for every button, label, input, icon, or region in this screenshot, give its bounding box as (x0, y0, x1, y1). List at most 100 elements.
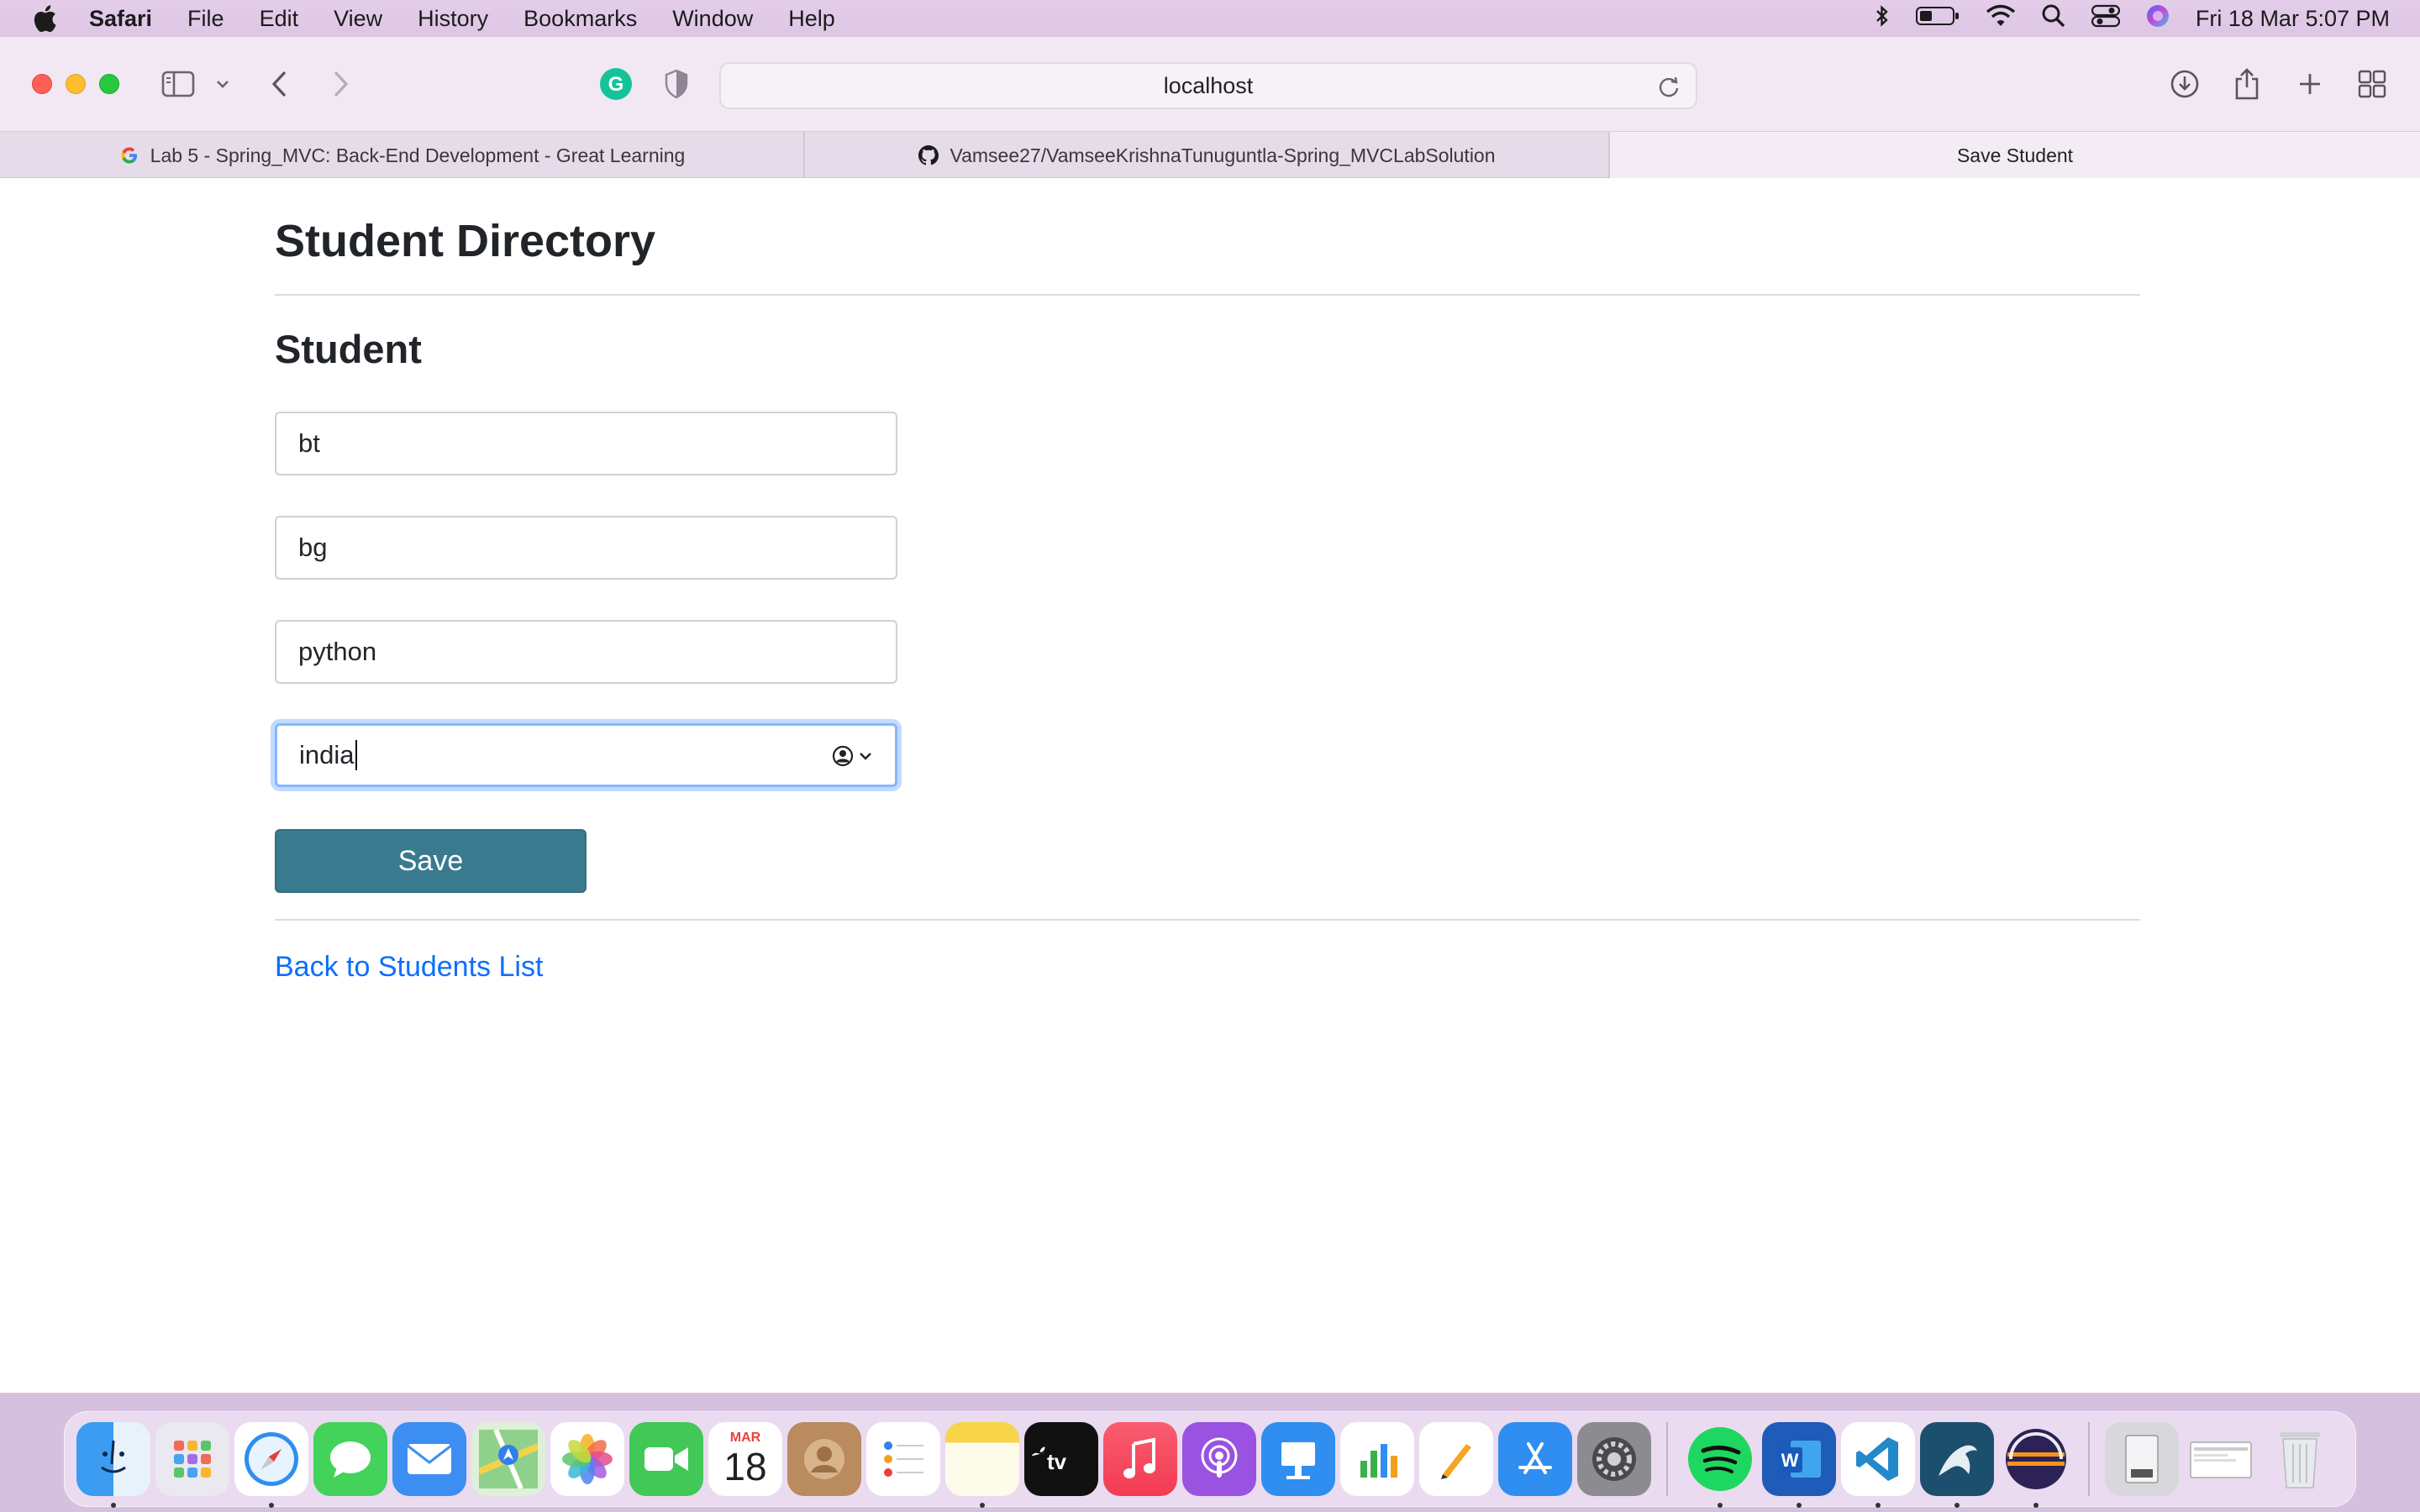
spotlight-search-icon[interactable] (2041, 3, 2066, 34)
control-center-icon[interactable] (2091, 4, 2121, 34)
menu-safari[interactable]: Safari (89, 6, 152, 32)
photos-icon[interactable] (550, 1422, 624, 1496)
menu-history[interactable]: History (418, 6, 488, 32)
menubar-clock[interactable]: Fri 18 Mar 5:07 PM (2196, 6, 2390, 32)
address-text[interactable]: localhost (1164, 73, 1254, 99)
tab-save-student[interactable]: Save Student (1610, 132, 2420, 179)
page-title: Student Directory (275, 216, 656, 266)
field-value: python (298, 637, 377, 666)
menu-view[interactable]: View (334, 6, 382, 32)
menu-bookmarks[interactable]: Bookmarks (523, 6, 637, 32)
trash-icon[interactable] (2263, 1422, 2337, 1496)
mail-icon[interactable] (392, 1422, 466, 1496)
vscode-icon[interactable] (1841, 1422, 1915, 1508)
numbers-icon[interactable] (1340, 1422, 1414, 1496)
wifi-icon[interactable] (1986, 4, 2016, 34)
share-icon[interactable] (2233, 67, 2260, 101)
svg-text:tv: tv (1047, 1449, 1067, 1474)
menu-bar: Safari File Edit View History Bookmarks … (0, 0, 2420, 37)
tab-great-learning[interactable]: Lab 5 - Spring_MVC: Back-End Development… (0, 132, 805, 179)
field-value: india (299, 740, 355, 769)
maps-icon[interactable] (471, 1422, 545, 1496)
running-indicator (980, 1503, 985, 1508)
address-bar[interactable]: localhost (719, 62, 1697, 109)
github-icon (918, 144, 939, 166)
grammarly-icon[interactable]: G (598, 67, 634, 101)
google-icon (118, 144, 140, 166)
save-button[interactable]: Save (275, 829, 587, 893)
mysql-workbench-icon[interactable] (1920, 1422, 1994, 1508)
chevron-down-icon[interactable] (215, 67, 230, 101)
country-input[interactable]: india (275, 723, 897, 787)
launchpad-icon[interactable] (155, 1422, 229, 1496)
pages-icon[interactable] (1419, 1422, 1493, 1496)
messages-icon[interactable] (313, 1422, 387, 1496)
reminders-icon[interactable] (866, 1422, 940, 1496)
running-indicator (2033, 1503, 2039, 1508)
app-store-icon[interactable] (1498, 1422, 1572, 1496)
running-indicator (269, 1503, 274, 1508)
music-icon[interactable] (1103, 1422, 1177, 1496)
divider (275, 294, 2140, 296)
contacts-icon[interactable] (787, 1422, 861, 1496)
running-indicator (1718, 1503, 1723, 1508)
back-to-students-link[interactable]: Back to Students List (275, 951, 543, 984)
finder-icon[interactable] (76, 1422, 150, 1508)
form-title: Student (275, 327, 422, 371)
zoom-window-button[interactable] (99, 74, 119, 94)
apple-menu-icon[interactable] (0, 4, 89, 33)
svg-text:G: G (608, 73, 624, 96)
sidebar-toggle-icon[interactable] (161, 67, 195, 101)
calendar-month: MAR (729, 1431, 761, 1445)
menu-edit[interactable]: Edit (260, 6, 299, 32)
calendar-day: 18 (723, 1445, 767, 1488)
facetime-icon[interactable] (629, 1422, 703, 1496)
course-input[interactable]: python (275, 620, 897, 684)
field-value: bt (298, 428, 320, 458)
bluetooth-icon[interactable] (1875, 4, 1890, 34)
minimize-window-button[interactable] (66, 74, 86, 94)
tab-label: Vamsee27/VamseeKrishnaTunuguntla-Spring_… (950, 144, 1496, 166)
notes-icon[interactable] (945, 1422, 1019, 1508)
menu-help[interactable]: Help (788, 6, 835, 32)
menu-window[interactable]: Window (672, 6, 753, 32)
browser-toolbar: G localhost (0, 37, 2420, 131)
screenshots-stack-icon[interactable] (2184, 1422, 2258, 1496)
apple-tv-icon[interactable]: tv (1024, 1422, 1098, 1496)
podcasts-icon[interactable] (1182, 1422, 1256, 1496)
calendar-icon[interactable]: MAR 18 (708, 1422, 782, 1496)
tab-label: Save Student (1956, 144, 2074, 166)
field-value: bg (298, 533, 328, 562)
battery-icon[interactable] (1915, 5, 1960, 33)
running-indicator (1954, 1503, 1960, 1508)
menu-file[interactable]: File (187, 6, 224, 32)
last-name-input[interactable]: bg (275, 516, 897, 580)
siri-icon[interactable] (2145, 3, 2170, 34)
forward-icon[interactable] (331, 67, 350, 101)
first-name-input[interactable]: bt (275, 412, 897, 475)
tab-overview-icon[interactable] (2358, 67, 2386, 101)
dock-separator (1666, 1422, 1668, 1496)
reload-icon[interactable] (1657, 75, 1681, 104)
word-icon[interactable]: W (1762, 1422, 1836, 1508)
close-window-button[interactable] (32, 74, 52, 94)
tab-bar: Lab 5 - Spring_MVC: Back-End Development… (0, 131, 2420, 179)
tab-label: Lab 5 - Spring_MVC: Back-End Development… (150, 144, 686, 166)
dock: MAR 18 tv W (64, 1411, 2356, 1508)
privacy-shield-icon[interactable] (664, 67, 689, 101)
divider (275, 919, 2140, 921)
back-icon[interactable] (271, 67, 289, 101)
new-tab-icon[interactable] (2297, 67, 2323, 101)
downloads-icon[interactable] (2170, 67, 2200, 101)
system-preferences-icon[interactable] (1577, 1422, 1651, 1496)
safari-icon[interactable] (234, 1422, 308, 1508)
web-page: Student Directory Student bt bg python i… (0, 178, 2420, 1393)
document-stack-icon[interactable] (2105, 1422, 2179, 1496)
window-controls (32, 74, 119, 94)
eclipse-icon[interactable] (1999, 1422, 2073, 1508)
running-indicator (1797, 1503, 1802, 1508)
autofill-contact-icon[interactable] (831, 744, 873, 768)
tab-github[interactable]: Vamsee27/VamseeKrishnaTunuguntla-Spring_… (805, 132, 1610, 179)
keynote-icon[interactable] (1261, 1422, 1335, 1496)
spotify-icon[interactable] (1683, 1422, 1757, 1508)
